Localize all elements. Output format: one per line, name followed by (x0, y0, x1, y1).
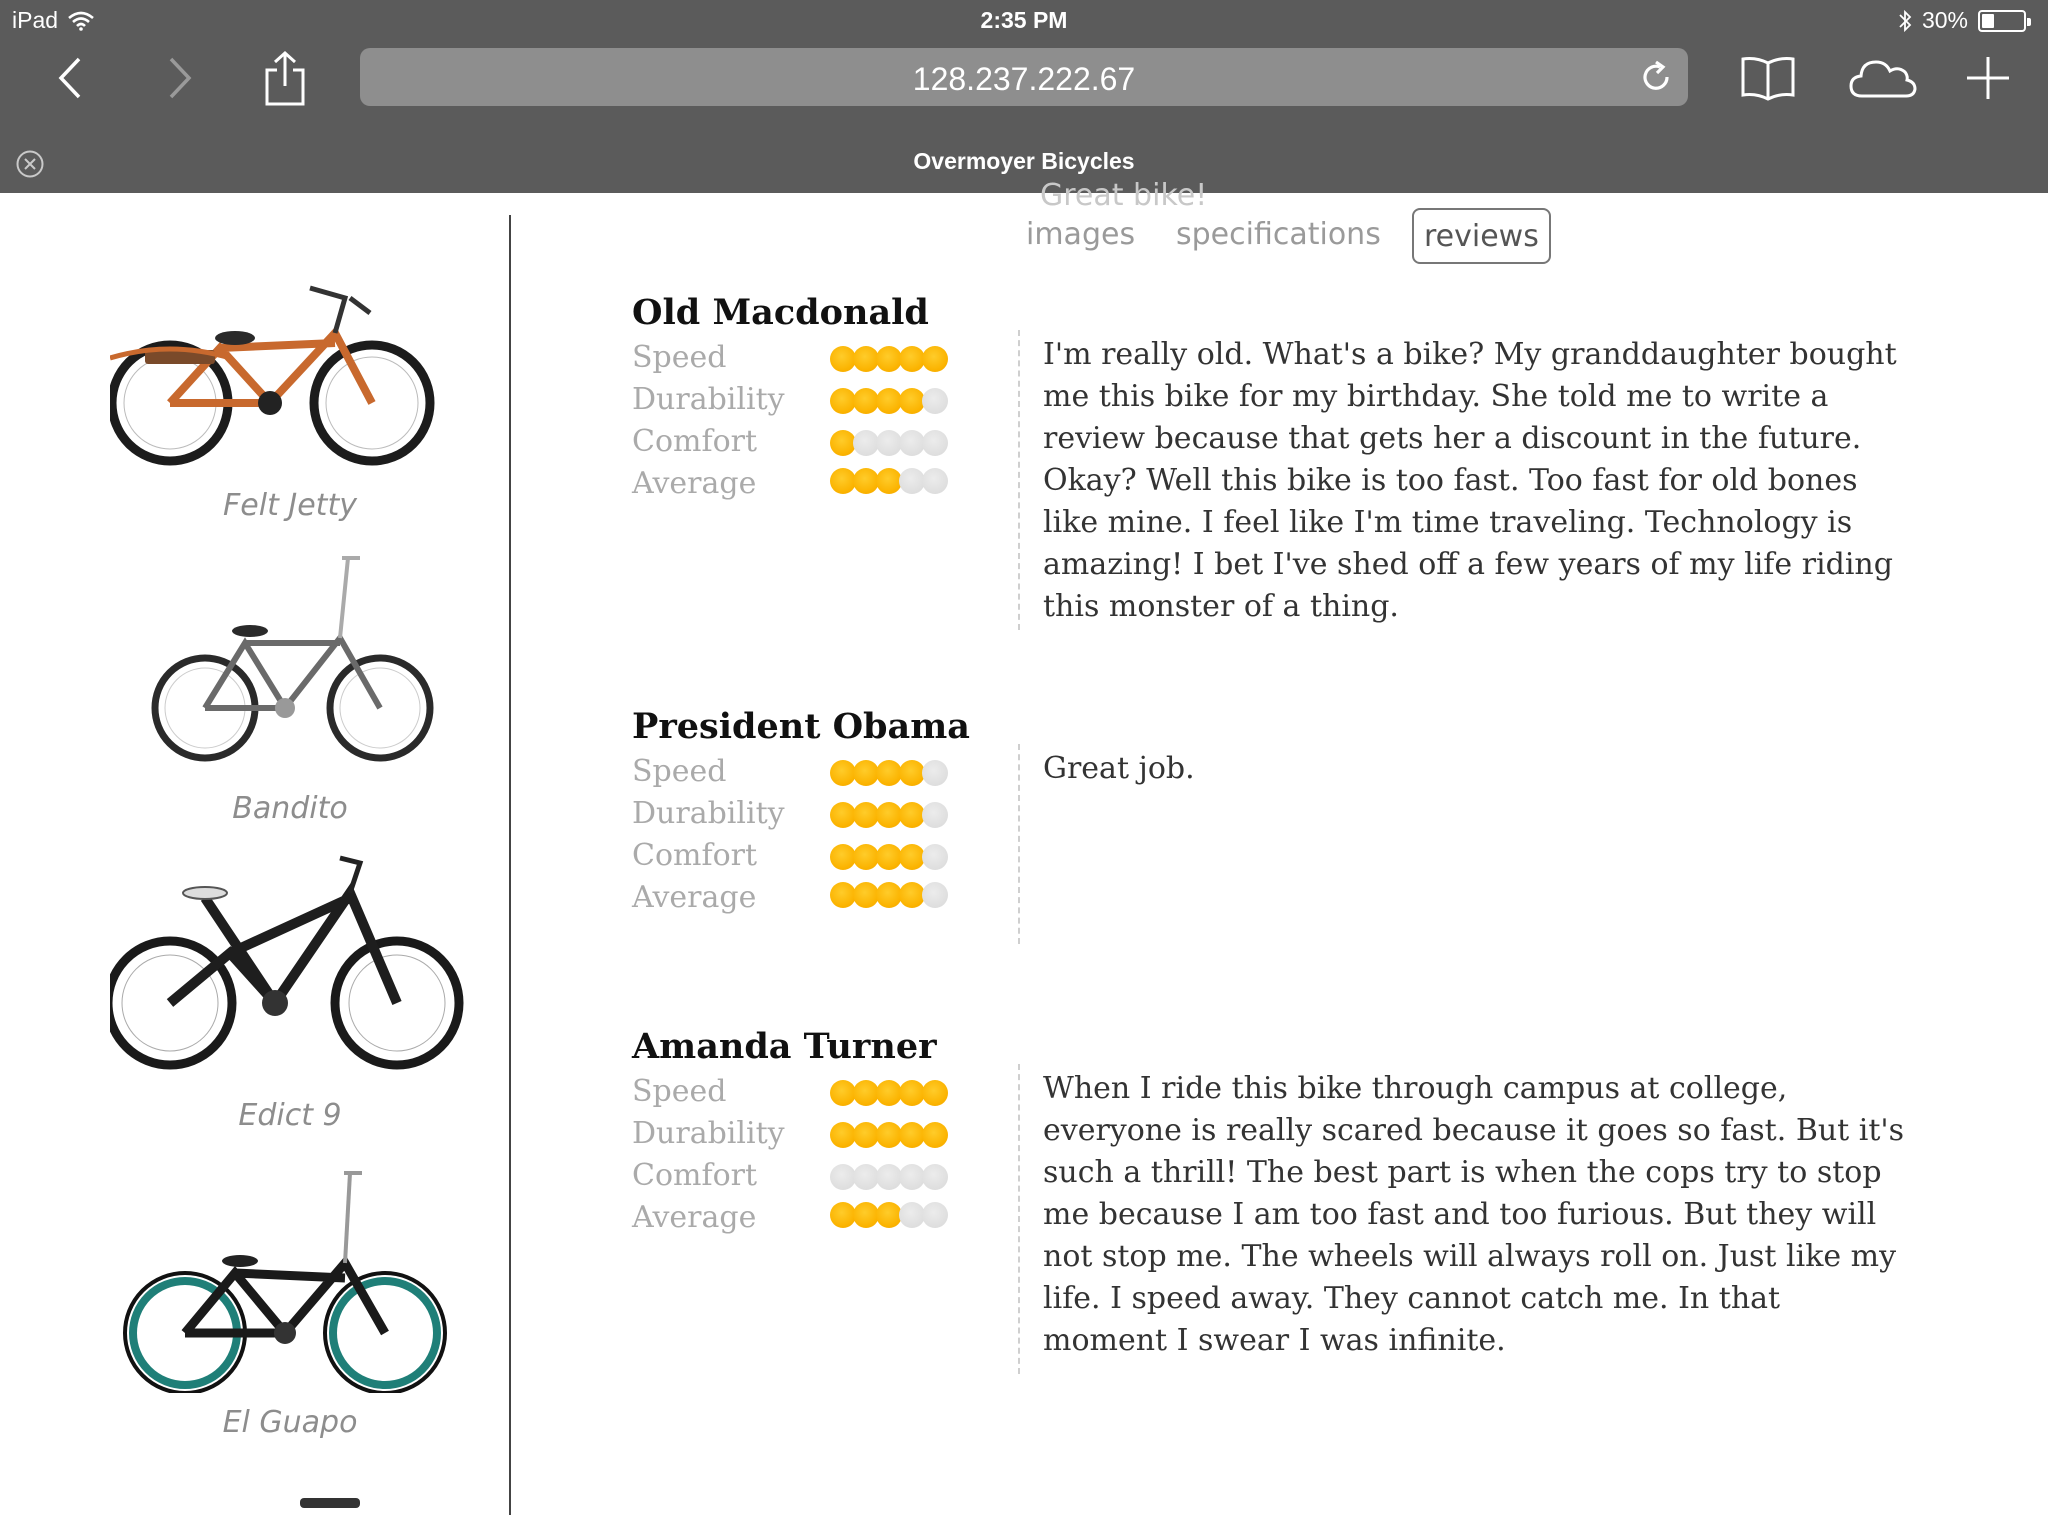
new-tab-button[interactable] (1958, 48, 2018, 108)
share-button[interactable] (255, 48, 315, 108)
reviewer-name: Amanda Turner (632, 1026, 937, 1067)
metric-label-durability: Durability (632, 382, 785, 417)
rating-dot-empty (922, 882, 948, 908)
rating-dot-filled (922, 1080, 948, 1106)
status-bar: iPad 2:35 PM 30% (0, 0, 2048, 40)
browser-chrome: iPad 2:35 PM 30% 128.237.222.67 Overmoye… (0, 0, 2048, 193)
rating-dots-average (830, 882, 980, 912)
bike-image-el-guapo (123, 1171, 447, 1393)
rating-dot-filled (922, 1122, 948, 1148)
battery-icon (1978, 9, 2031, 32)
address-bar[interactable]: 128.237.222.67 (360, 48, 1688, 106)
rating-dot-empty (922, 468, 948, 494)
metric-label-durability: Durability (632, 796, 785, 831)
rating-dot-empty (922, 1164, 948, 1190)
bike-item-el-guapo[interactable]: El Guapo (0, 1163, 510, 1463)
tab-reviews[interactable]: reviews (1412, 208, 1551, 264)
reviewer-name: President Obama (632, 706, 970, 747)
rating-dots-durability (830, 802, 980, 832)
metric-label-average: Average (632, 1200, 757, 1235)
chevron-right-icon (169, 57, 192, 99)
metric-label-durability: Durability (632, 1116, 785, 1151)
battery-tip (2027, 17, 2031, 26)
status-time: 2:35 PM (980, 7, 1068, 33)
review-divider (1018, 330, 1020, 630)
bluetooth-icon (1899, 9, 1912, 32)
tab-images[interactable]: images (1026, 208, 1135, 264)
metric-label-comfort: Comfort (632, 838, 758, 873)
plus-icon (1967, 57, 2009, 99)
bike-name: Edict 9 (238, 1098, 342, 1133)
metric-label-speed: Speed (632, 1074, 727, 1109)
rating-dot-empty (922, 1202, 948, 1228)
back-button[interactable] (40, 48, 100, 108)
tab-title: Overmoyer Bicycles (913, 148, 1135, 174)
battery-percent: 30% (1921, 7, 1968, 33)
tab-bar: Overmoyer Bicycles (0, 138, 2048, 193)
bike-sidebar: Felt Jetty Bandito Edict 9 El Guapo (0, 193, 510, 1536)
browser-toolbar: 128.237.222.67 (0, 40, 2048, 115)
rating-dots-durability (830, 1122, 980, 1152)
bike-image-bandito (151, 556, 434, 762)
bike-image-felt-jetty (110, 285, 435, 466)
review-divider (1018, 744, 1020, 944)
forward-button[interactable] (150, 48, 210, 108)
metric-label-comfort: Comfort (632, 1158, 758, 1193)
rating-dots-comfort (830, 1164, 980, 1194)
next-bike-peek (300, 1498, 360, 1508)
rating-dots-average (830, 1202, 980, 1232)
metric-label-comfort: Comfort (632, 424, 758, 459)
tab-specifications[interactable]: specifications (1176, 208, 1381, 264)
rating-dot-empty (922, 844, 948, 870)
bookmarks-button[interactable] (1738, 48, 1798, 108)
metric-label-average: Average (632, 466, 757, 501)
review-text: When I ride this bike through campus at … (1043, 1071, 1905, 1358)
rating-dots-speed (830, 346, 980, 376)
rating-dot-empty (922, 388, 948, 414)
icloud-tabs-button[interactable] (1848, 48, 1918, 108)
review-text: Great job. (1043, 751, 1195, 786)
url-text: 128.237.222.67 (912, 61, 1136, 97)
bike-item-edict-9[interactable]: Edict 9 (0, 853, 510, 1153)
cloud-icon (1849, 60, 1917, 98)
reviewer-name: Old Macdonald (632, 292, 929, 333)
rating-dots-average (830, 468, 980, 498)
book-icon (1741, 57, 1795, 101)
bike-item-felt-jetty[interactable]: Felt Jetty (0, 238, 510, 538)
metric-label-speed: Speed (632, 340, 727, 375)
rating-dot-empty (922, 802, 948, 828)
rating-dots-comfort (830, 844, 980, 874)
rating-dots-durability (830, 388, 980, 418)
share-icon (265, 50, 305, 106)
rating-dots-speed (830, 1080, 980, 1110)
rating-dot-empty (922, 430, 948, 456)
battery-fill (1982, 13, 1994, 28)
chevron-left-icon (58, 57, 81, 99)
review-text: I'm really old. What's a bike? My grandd… (1043, 337, 1897, 624)
rating-dot-empty (922, 760, 948, 786)
review-divider (1018, 1064, 1020, 1374)
bike-name: El Guapo (222, 1405, 358, 1440)
metric-label-speed: Speed (632, 754, 727, 789)
rating-dot-filled (922, 346, 948, 372)
bike-item-bandito[interactable]: Bandito (0, 543, 510, 843)
reload-icon[interactable] (1638, 59, 1674, 95)
bike-name: Felt Jetty (223, 488, 357, 523)
status-right: 30% (1898, 7, 2031, 34)
bike-name: Bandito (232, 791, 348, 826)
rating-dots-comfort (830, 430, 980, 460)
rating-dots-speed (830, 760, 980, 790)
metric-label-average: Average (632, 880, 757, 915)
sidebar-divider (509, 215, 511, 1515)
bike-image-edict-9 (110, 855, 464, 1070)
